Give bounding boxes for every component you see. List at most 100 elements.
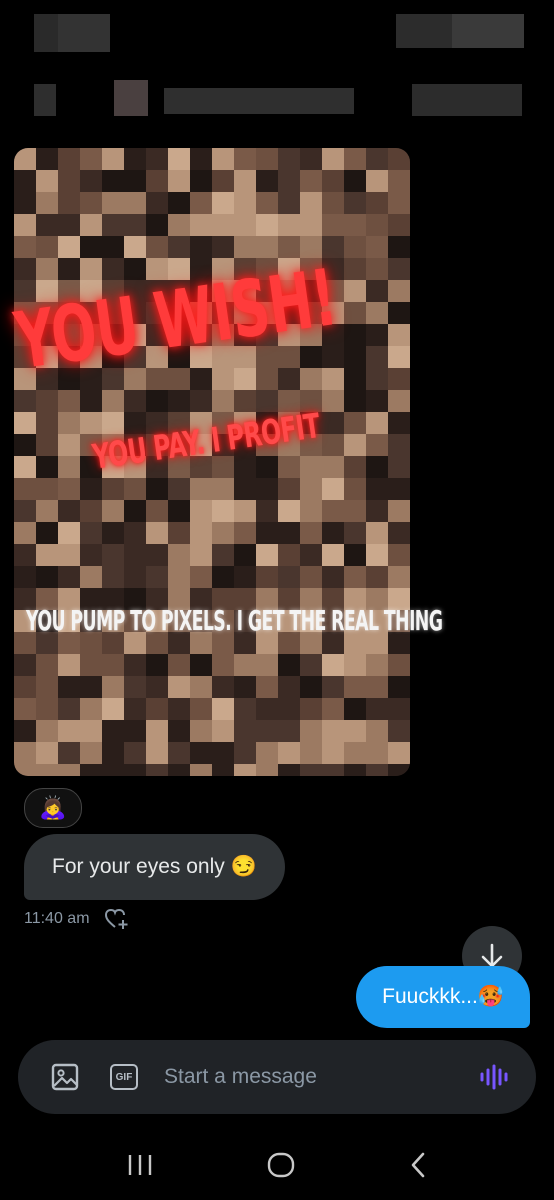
pixel-cell (256, 500, 278, 522)
pixel-cell (366, 368, 388, 390)
pixel-cell (58, 170, 80, 192)
pixel-cell (388, 456, 410, 478)
reaction-badge[interactable]: 🙇‍♀️ (24, 788, 82, 828)
pixel-cell (212, 654, 234, 676)
pixel-cell (14, 456, 36, 478)
pixel-cell (212, 170, 234, 192)
pixel-cell (322, 434, 344, 456)
pixel-cell (58, 258, 80, 280)
pixel-cell (14, 170, 36, 192)
pixel-cell (58, 522, 80, 544)
pixel-cell (366, 412, 388, 434)
pixel-cell (344, 390, 366, 412)
pixel-cell (388, 500, 410, 522)
pixel-cell (58, 148, 80, 170)
pixel-cell (256, 192, 278, 214)
heart-plus-icon[interactable] (104, 908, 130, 930)
pixel-cell (256, 170, 278, 192)
pixel-cell (278, 456, 300, 478)
pixel-cell (14, 544, 36, 566)
pixel-cell (234, 236, 256, 258)
pixel-cell (102, 258, 124, 280)
pixel-cell (190, 236, 212, 258)
message-input[interactable] (162, 1064, 478, 1090)
pixel-cell (388, 170, 410, 192)
pixel-cell (190, 676, 212, 698)
pixel-cell (300, 742, 322, 764)
pixel-cell (234, 368, 256, 390)
pixelated-media[interactable] (14, 148, 410, 776)
pixel-cell (366, 434, 388, 456)
pixel-cell (102, 566, 124, 588)
pixel-cell (124, 764, 146, 776)
pixel-cell (14, 390, 36, 412)
received-message-text: For your eyes only 😏 (52, 855, 257, 878)
pixel-cell (168, 654, 190, 676)
pixel-cell (36, 742, 58, 764)
pixel-cell (102, 412, 124, 434)
pixel-cell (344, 192, 366, 214)
pixel-cell (256, 456, 278, 478)
pixel-cell (388, 566, 410, 588)
gif-icon[interactable]: GIF (110, 1064, 138, 1090)
pixel-cell (322, 500, 344, 522)
pixel-cell (146, 214, 168, 236)
pixel-cell (124, 742, 146, 764)
pixel-cell (278, 764, 300, 776)
pixel-cell (80, 258, 102, 280)
pixel-cell (190, 214, 212, 236)
pixel-cell (278, 522, 300, 544)
pixel-cell (366, 236, 388, 258)
pixel-cell (212, 236, 234, 258)
pixel-cell (146, 742, 168, 764)
pixel-cell (212, 368, 234, 390)
back-icon[interactable] (408, 1151, 428, 1179)
pixel-cell (14, 698, 36, 720)
pixel-cell (344, 500, 366, 522)
pixel-cell (344, 412, 366, 434)
pixel-cell (366, 192, 388, 214)
pixel-cell (168, 764, 190, 776)
pixel-cell (146, 720, 168, 742)
pixel-cell (388, 192, 410, 214)
recents-icon[interactable] (126, 1153, 154, 1177)
pixel-cell (234, 764, 256, 776)
pixel-cell (256, 522, 278, 544)
pixel-cell (234, 148, 256, 170)
message-meta: 11:40 am (24, 908, 130, 930)
home-icon[interactable] (266, 1150, 296, 1180)
pixel-cell (300, 170, 322, 192)
pixel-cell (278, 720, 300, 742)
pixel-cell (58, 456, 80, 478)
pixel-cell (234, 456, 256, 478)
pixel-cell (58, 500, 80, 522)
pixel-cell (190, 764, 212, 776)
pixel-cell (366, 544, 388, 566)
pixel-cell (234, 742, 256, 764)
pixel-cell (256, 236, 278, 258)
pixel-cell (124, 698, 146, 720)
pixel-cell (234, 676, 256, 698)
pixel-cell (14, 258, 36, 280)
pixel-cell (278, 170, 300, 192)
pixel-cell (300, 764, 322, 776)
pixel-cell (80, 390, 102, 412)
pixel-cell (234, 566, 256, 588)
pixel-cell (256, 390, 278, 412)
sent-message-bubble[interactable]: Fuuckkk...🥵 (356, 966, 530, 1028)
pixel-cell (344, 698, 366, 720)
voice-icon[interactable] (478, 1062, 508, 1092)
pixel-cell (14, 764, 36, 776)
received-message-bubble[interactable]: For your eyes only 😏 (24, 834, 285, 900)
pixel-cell (344, 346, 366, 368)
pixel-cell (80, 676, 102, 698)
pixel-cell (124, 390, 146, 412)
pixel-cell (322, 412, 344, 434)
pixel-cell (168, 148, 190, 170)
pixel-cell (168, 720, 190, 742)
pixel-cell (366, 346, 388, 368)
pixel-cell (190, 368, 212, 390)
image-icon[interactable] (50, 1062, 80, 1092)
pixel-cell (36, 720, 58, 742)
pixel-cell (278, 544, 300, 566)
